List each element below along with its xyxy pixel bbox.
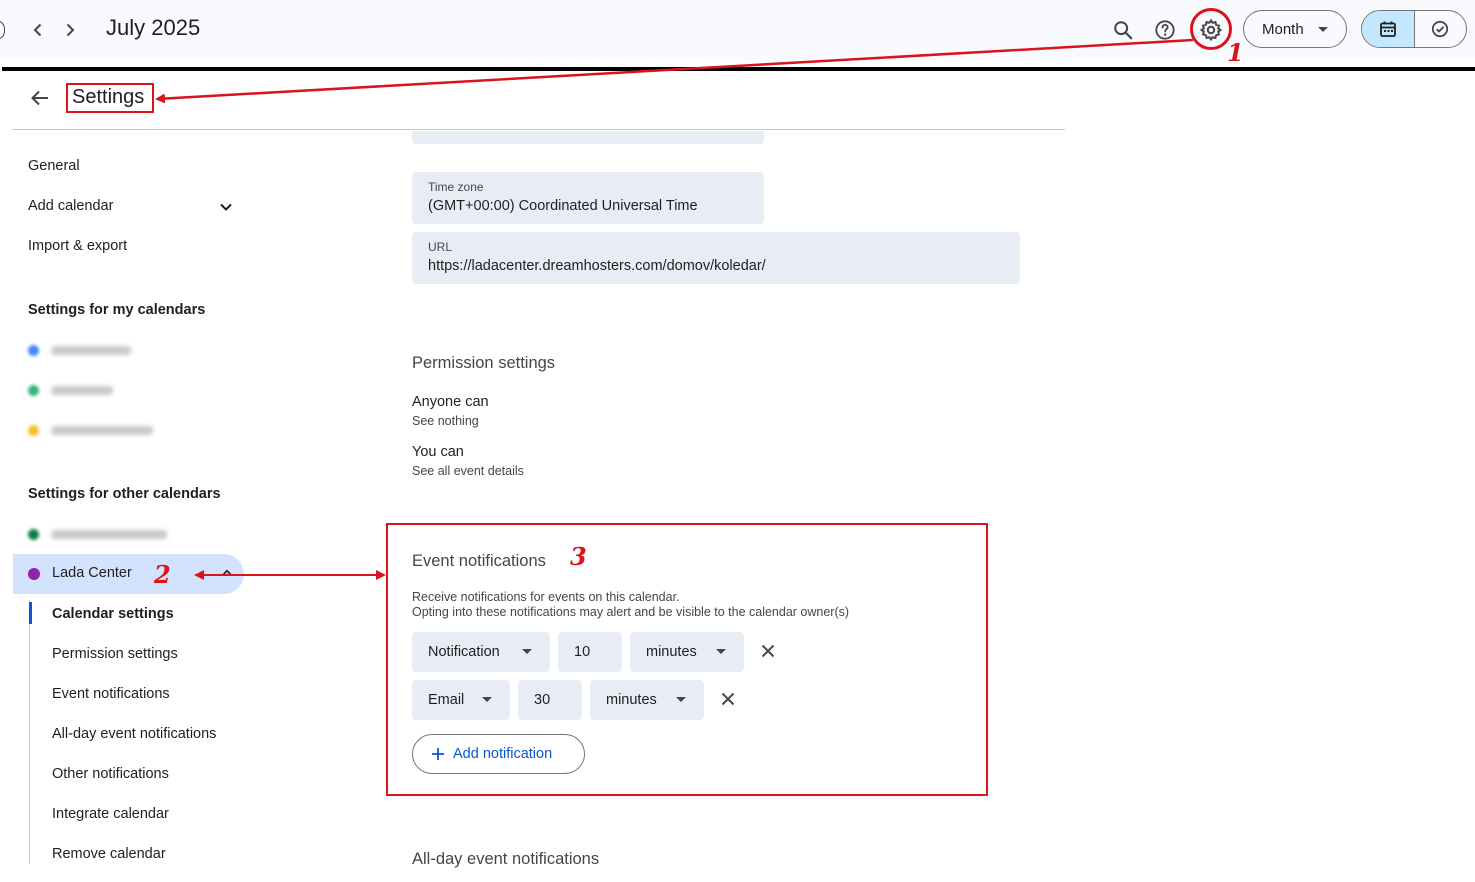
- arrow-head-left: [194, 570, 204, 580]
- annotation-number-2: 2: [154, 560, 171, 589]
- annotation-number-3: 3: [570, 542, 587, 571]
- arrow-gear-to-settings: [155, 38, 1194, 104]
- annotation-arrows: [155, 38, 1194, 580]
- annotation-number-1: 1: [1227, 38, 1244, 67]
